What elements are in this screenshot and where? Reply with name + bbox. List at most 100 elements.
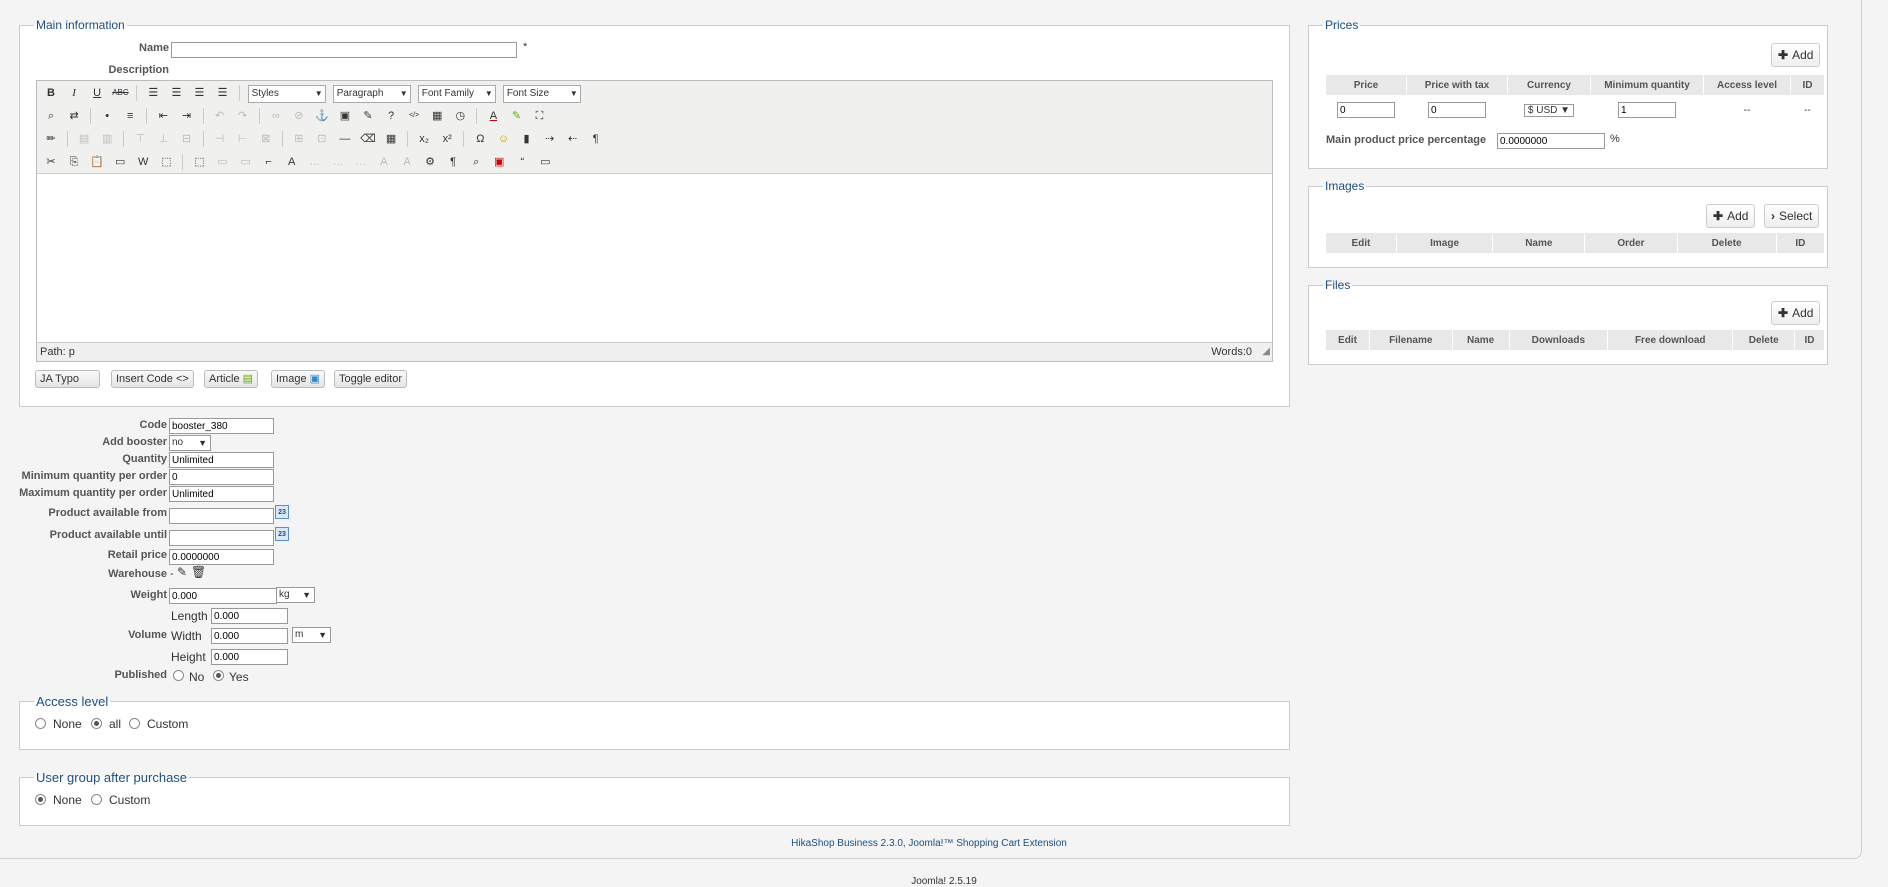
outdent-icon[interactable]: ⇤ — [155, 108, 171, 124]
published-yes-radio[interactable] — [213, 670, 224, 681]
length-input[interactable] — [211, 608, 288, 624]
insert-date-icon[interactable]: ▦ — [429, 108, 445, 124]
horizontal-rule-icon[interactable]: — — [337, 131, 353, 147]
remove-format-icon[interactable]: ⌫ — [360, 131, 376, 147]
styles-select[interactable]: Styles ▼ — [247, 85, 326, 103]
cite-icon[interactable]: … — [307, 154, 323, 170]
style-icon[interactable]: A — [284, 154, 300, 170]
text-color-icon[interactable]: A — [485, 108, 501, 124]
delete-row-icon[interactable]: ⊟ — [178, 131, 194, 147]
price-tax-input[interactable] — [1428, 102, 1486, 118]
align-left-icon[interactable]: ☰ — [145, 85, 161, 101]
subscript-icon[interactable]: x₂ — [416, 131, 432, 147]
price-percentage-input[interactable] — [1497, 133, 1605, 149]
pencil-icon[interactable]: ✎ — [177, 565, 187, 579]
ja-typo-button[interactable]: JA Typo — [35, 370, 100, 388]
emoticon-icon[interactable]: ☺ — [495, 131, 511, 147]
fullscreen-icon[interactable]: ⛶ — [532, 108, 548, 124]
trash-icon[interactable]: 🗑 — [191, 565, 206, 579]
link-icon[interactable]: ∞ — [268, 108, 284, 124]
toggle-editor-button[interactable]: Toggle editor — [334, 370, 407, 388]
quantity-input[interactable] — [169, 452, 274, 468]
insert-image-icon[interactable]: ▣ — [337, 108, 353, 124]
calendar-from-icon[interactable]: 23 — [275, 505, 289, 519]
rich-text-editor[interactable]: B I U ABC ☰ ☰ ☰ ☰ Styles ▼ Paragraph ▼ Fon… — [36, 80, 1273, 362]
font-family-select[interactable]: Font Family ▼ — [417, 85, 496, 103]
name-input[interactable] — [171, 42, 517, 58]
published-no-radio[interactable] — [173, 670, 184, 681]
nonbreaking-icon[interactable]: ¶ — [445, 154, 461, 170]
align-right-icon[interactable]: ☰ — [191, 85, 207, 101]
split-cells-icon[interactable]: ⊞ — [291, 131, 307, 147]
visual-aid-icon[interactable]: ⬚ — [191, 154, 207, 170]
retail-price-input[interactable] — [169, 549, 274, 565]
undo-icon[interactable]: ↶ — [212, 108, 228, 124]
bold-icon[interactable]: B — [43, 85, 59, 101]
table-icon[interactable]: ▦ — [383, 131, 399, 147]
select-all-icon[interactable]: ⬚ — [158, 154, 174, 170]
indent-icon[interactable]: ⇥ — [178, 108, 194, 124]
dimension-unit-select[interactable]: m ▼ — [292, 627, 331, 643]
superscript-icon[interactable]: x² — [439, 131, 455, 147]
image-button[interactable]: Image ▣ — [271, 370, 326, 388]
del-icon[interactable]: A — [376, 154, 392, 170]
unlink-icon[interactable]: ⊘ — [291, 108, 307, 124]
special-char-icon[interactable]: Ω — [472, 131, 488, 147]
blockquote-icon[interactable]: “ — [514, 154, 530, 170]
delete-col-icon[interactable]: ⊠ — [258, 131, 274, 147]
merge-cells-icon[interactable]: ⊡ — [314, 131, 330, 147]
underline-icon[interactable]: U — [89, 85, 105, 101]
calendar-until-icon[interactable]: 23 — [275, 527, 289, 541]
insert-code-button[interactable]: Insert Code <> — [111, 370, 194, 388]
price-min-qty-input[interactable] — [1618, 102, 1676, 118]
highlight-color-icon[interactable]: ✎ — [508, 108, 524, 124]
editor-content-area[interactable] — [37, 174, 1272, 342]
media-icon[interactable]: ▮ — [519, 131, 535, 147]
select-image-button[interactable]: › Select — [1764, 204, 1820, 228]
numbered-list-icon[interactable]: ≡ — [122, 108, 138, 124]
col-before-icon[interactable]: ⊣ — [212, 131, 228, 147]
abbr-icon[interactable]: … — [330, 154, 346, 170]
html-icon[interactable]: </> — [406, 108, 422, 124]
ins-icon[interactable]: A — [399, 154, 415, 170]
weight-input[interactable] — [169, 588, 277, 604]
access-all-radio[interactable] — [91, 718, 102, 729]
copy-icon[interactable]: ⎘ — [66, 154, 82, 170]
edit-icon[interactable]: ✏ — [43, 131, 59, 147]
font-size-select[interactable]: Font Size ▼ — [502, 85, 581, 103]
add-image-button[interactable]: ✚ Add — [1706, 204, 1756, 228]
min-qty-input[interactable] — [169, 469, 274, 485]
paste-text-icon[interactable]: ▭ — [112, 154, 128, 170]
price-input[interactable] — [1337, 102, 1395, 118]
access-custom-radio[interactable] — [129, 718, 140, 729]
insert-time-icon[interactable]: ◷ — [452, 108, 468, 124]
ltr-icon[interactable]: ⇢ — [542, 131, 558, 147]
cut-icon[interactable]: ✂ — [43, 154, 59, 170]
col-after-icon[interactable]: ⊢ — [235, 131, 251, 147]
layer-icon[interactable]: ▭ — [537, 154, 553, 170]
move-forward-icon[interactable]: ▭ — [238, 154, 254, 170]
pilcrow-icon[interactable]: ¶ — [588, 131, 604, 147]
row-after-icon[interactable]: ⊥ — [155, 131, 171, 147]
absolute-icon[interactable]: ⌐ — [261, 154, 277, 170]
strikethrough-icon[interactable]: ABC — [112, 85, 128, 101]
replace-icon[interactable]: ⇄ — [66, 108, 82, 124]
redo-icon[interactable]: ↷ — [235, 108, 251, 124]
align-center-icon[interactable]: ☰ — [168, 85, 184, 101]
anchor-icon[interactable]: ⚓ — [314, 108, 330, 124]
find-icon[interactable]: ⌕ — [43, 108, 59, 124]
row-before-icon[interactable]: ⊤ — [132, 131, 148, 147]
help-icon[interactable]: ? — [383, 108, 399, 124]
bullet-list-icon[interactable]: • — [99, 108, 115, 124]
resize-handle-icon[interactable]: ◢ — [1262, 343, 1270, 361]
insert-layer-icon[interactable]: ▭ — [215, 154, 231, 170]
rtl-icon[interactable]: ⇠ — [565, 131, 581, 147]
preview-icon[interactable]: ⌕ — [468, 154, 484, 170]
weight-unit-select[interactable]: kg ▼ — [276, 587, 315, 603]
access-none-radio[interactable] — [35, 718, 46, 729]
paste-icon[interactable]: 📋 — [89, 154, 105, 170]
template-icon[interactable]: ▣ — [491, 154, 507, 170]
add-file-button[interactable]: ✚ Add — [1771, 301, 1821, 325]
max-qty-input[interactable] — [169, 486, 274, 502]
available-until-input[interactable] — [169, 530, 274, 546]
